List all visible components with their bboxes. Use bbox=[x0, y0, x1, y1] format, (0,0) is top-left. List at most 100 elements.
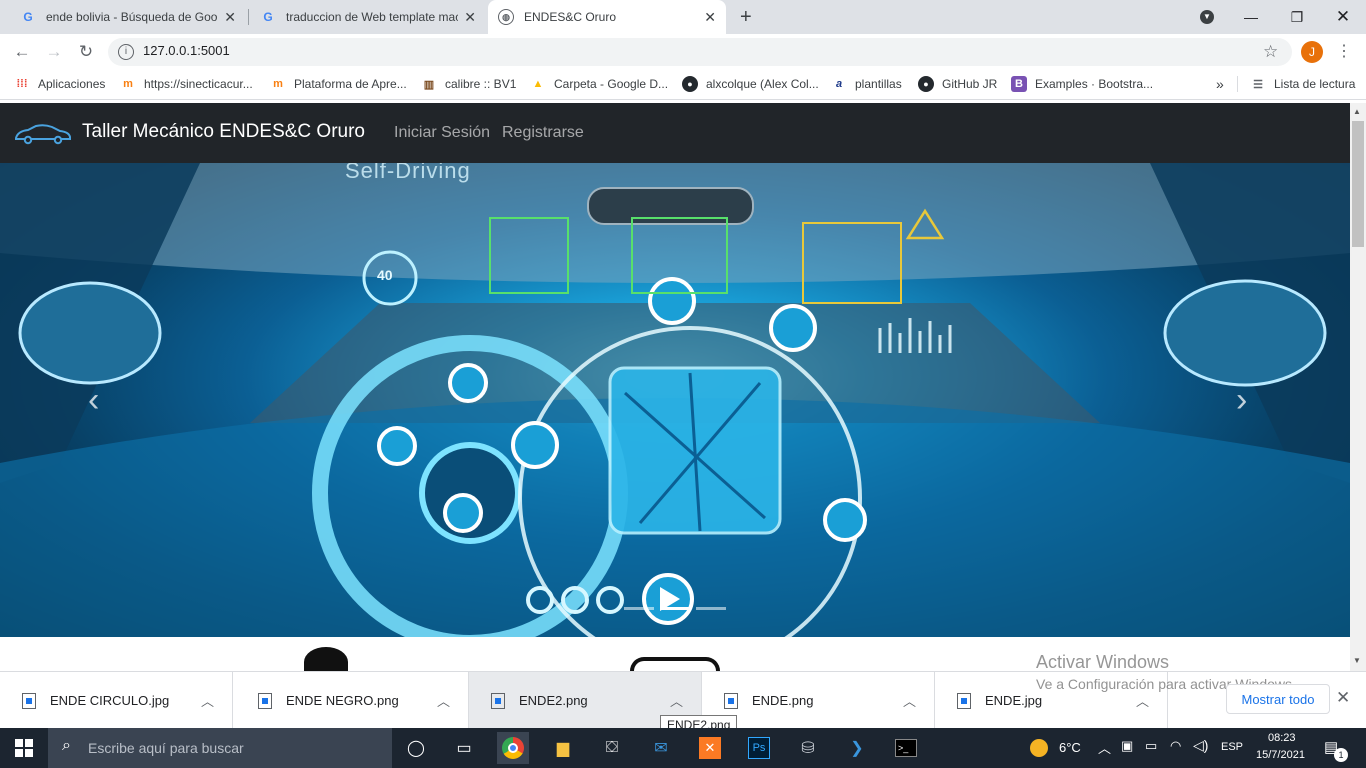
bookmark-calibre[interactable]: ▥ calibre :: BV1 bbox=[421, 70, 517, 98]
back-button[interactable]: ← bbox=[10, 40, 34, 64]
task-view-icon[interactable]: ▭ bbox=[448, 732, 480, 764]
bookmark-apps[interactable]: ⁞⁞⁞ Aplicaciones bbox=[14, 70, 106, 98]
chevron-up-icon[interactable]: ︿ bbox=[437, 691, 450, 710]
close-tab-icon[interactable]: ✕ bbox=[704, 9, 716, 26]
volume-icon[interactable]: ◁) bbox=[1193, 737, 1208, 754]
chevron-up-icon[interactable]: ︿ bbox=[1136, 691, 1149, 710]
taskbar-search-input[interactable]: Escribe aquí para buscar bbox=[48, 728, 392, 768]
bookmark-plataforma[interactable]: m Plataforma de Apre... bbox=[270, 70, 407, 98]
cortana-icon[interactable]: ◯ bbox=[400, 732, 432, 764]
scrollbar-thumb[interactable] bbox=[1352, 121, 1364, 247]
vscode-icon[interactable]: ❯ bbox=[841, 732, 873, 764]
download-filename: ENDE.jpg bbox=[985, 693, 1043, 708]
image-file-icon bbox=[491, 692, 505, 709]
image-file-icon bbox=[957, 692, 971, 709]
tab-search-icon[interactable]: ▼ bbox=[1184, 0, 1230, 34]
photoshop-icon[interactable]: Ps bbox=[743, 732, 775, 764]
maximize-button[interactable]: ❐ bbox=[1274, 0, 1320, 34]
windows-activation-title: Activar Windows bbox=[1036, 652, 1170, 671]
file-explorer-icon[interactable]: ▆ bbox=[547, 732, 579, 764]
car-logo-icon[interactable] bbox=[14, 123, 72, 145]
address-bar[interactable] bbox=[108, 38, 1292, 66]
close-tab-icon[interactable]: ✕ bbox=[224, 9, 236, 26]
profile-avatar[interactable]: J bbox=[1301, 41, 1323, 63]
battery-icon[interactable]: ▭ bbox=[1145, 738, 1157, 754]
store-icon[interactable]: ⛋ bbox=[596, 732, 628, 764]
image-file-icon bbox=[258, 692, 272, 709]
carousel-indicator-active[interactable] bbox=[660, 607, 690, 610]
page-scrollbar[interactable]: ▲ ▼ bbox=[1350, 103, 1366, 671]
minimize-button[interactable]: — bbox=[1228, 0, 1274, 34]
wifi-icon[interactable]: ◠ bbox=[1170, 738, 1181, 754]
apps-grid-icon: ⁞⁞⁞ bbox=[16, 78, 28, 90]
reading-list-button[interactable]: ☰ Lista de lectura bbox=[1250, 70, 1355, 98]
hud-overlay-text: Self-Driving bbox=[345, 163, 471, 183]
download-filename: ENDE CIRCULO.jpg bbox=[50, 693, 170, 708]
site-brand[interactable]: Taller Mecánico ENDES&C Oruro bbox=[82, 121, 365, 143]
bookmark-divider bbox=[1237, 76, 1238, 92]
forward-button[interactable]: → bbox=[42, 40, 66, 64]
url-text[interactable]: 127.0.0.1:5001 bbox=[143, 43, 230, 58]
bookmark-github-jr[interactable]: ● GitHub JR bbox=[918, 70, 997, 98]
mail-icon[interactable]: ✉ bbox=[645, 732, 677, 764]
close-shelf-icon[interactable]: ✕ bbox=[1336, 688, 1350, 708]
new-tab-button[interactable]: + bbox=[734, 0, 764, 34]
clock-time[interactable]: 08:23 bbox=[1268, 732, 1296, 744]
scroll-down-icon[interactable]: ▼ bbox=[1353, 656, 1361, 665]
download-filename: ENDE.png bbox=[752, 693, 814, 708]
weather-temperature[interactable]: 6°C bbox=[1059, 740, 1081, 755]
bookmark-bootstrap[interactable]: B Examples · Bootstra... bbox=[1011, 70, 1153, 98]
chevron-up-icon[interactable]: ︿ bbox=[670, 691, 683, 710]
chevron-up-icon[interactable]: ︿ bbox=[201, 691, 214, 710]
chrome-icon[interactable] bbox=[497, 732, 529, 764]
github-icon: ● bbox=[918, 76, 934, 92]
tab-separator bbox=[248, 9, 249, 25]
close-tab-icon[interactable]: ✕ bbox=[464, 9, 476, 26]
terminal-icon[interactable]: >_ bbox=[890, 732, 922, 764]
menu-kebab-icon[interactable]: ⋮ bbox=[1336, 41, 1352, 61]
reload-button[interactable]: ↻ bbox=[74, 40, 98, 64]
bookmark-sinectica[interactable]: m https://sinecticacur... bbox=[120, 70, 253, 98]
bookmarks-bar: ⁞⁞⁞ Aplicaciones m https://sinecticacur.… bbox=[0, 70, 1366, 100]
chevron-up-icon[interactable]: ︿ bbox=[903, 691, 916, 710]
bookmark-label: Plataforma de Apre... bbox=[294, 77, 407, 91]
tab-title: traduccion de Web template mac bbox=[286, 10, 459, 24]
carousel-indicator[interactable] bbox=[696, 607, 726, 610]
bookmark-alxcolque[interactable]: ● alxcolque (Alex Col... bbox=[682, 70, 819, 98]
show-all-downloads-button[interactable]: Mostrar todo bbox=[1226, 684, 1330, 714]
bookmark-label: Carpeta - Google D... bbox=[554, 77, 669, 91]
windows-start-icon[interactable] bbox=[8, 732, 40, 764]
bookmark-label: alxcolque (Alex Col... bbox=[706, 77, 819, 91]
carousel-prev-icon[interactable]: ‹ bbox=[88, 378, 116, 422]
network-status-icon[interactable]: ▣ bbox=[1121, 738, 1133, 754]
database-icon[interactable]: ⛁ bbox=[792, 732, 824, 764]
bookmark-label: calibre :: BV1 bbox=[445, 77, 517, 91]
browser-tab-active[interactable]: ◍ ENDES&C Oruro ✕ bbox=[488, 0, 726, 34]
bookmark-plantillas[interactable]: a plantillas bbox=[831, 70, 902, 98]
xampp-icon[interactable]: ✕ bbox=[694, 732, 726, 764]
weather-sun-icon[interactable] bbox=[1030, 739, 1048, 757]
nav-register-link[interactable]: Registrarse bbox=[502, 124, 584, 142]
calibre-icon: ▥ bbox=[423, 78, 435, 91]
scroll-up-icon[interactable]: ▲ bbox=[1353, 107, 1361, 116]
search-icon: ⌕ bbox=[62, 737, 71, 754]
bookmark-drive[interactable]: ▲ Carpeta - Google D... bbox=[530, 70, 669, 98]
clock-date[interactable]: 15/7/2021 bbox=[1256, 749, 1305, 761]
bookmark-star-icon[interactable]: ☆ bbox=[1263, 42, 1278, 62]
carousel-next-icon[interactable]: › bbox=[1236, 378, 1264, 422]
browser-tab-1[interactable]: G ende bolivia - Búsqueda de Goog ✕ bbox=[10, 0, 246, 34]
download-item[interactable]: ENDE NEGRO.png ︿ bbox=[236, 672, 469, 729]
more-bookmarks-chevron-icon[interactable]: » bbox=[1216, 70, 1224, 98]
carousel-indicator[interactable] bbox=[624, 607, 654, 610]
close-window-button[interactable]: ✕ bbox=[1320, 0, 1366, 34]
bookmark-label: plantillas bbox=[855, 77, 902, 91]
bookmark-label: https://sinecticacur... bbox=[144, 77, 253, 91]
chevron-up-icon[interactable]: ︿ bbox=[1098, 738, 1111, 757]
nav-login-link[interactable]: Iniciar Sesión bbox=[394, 124, 490, 142]
browser-tab-2[interactable]: G traduccion de Web template mac ✕ bbox=[250, 0, 486, 34]
bootstrap-icon: B bbox=[1011, 76, 1027, 92]
download-item[interactable]: ENDE CIRCULO.jpg ︿ bbox=[0, 672, 233, 729]
info-icon[interactable]: i bbox=[118, 44, 134, 60]
language-indicator[interactable]: ESP bbox=[1221, 741, 1243, 753]
tab-title: ende bolivia - Búsqueda de Goog bbox=[46, 10, 219, 24]
